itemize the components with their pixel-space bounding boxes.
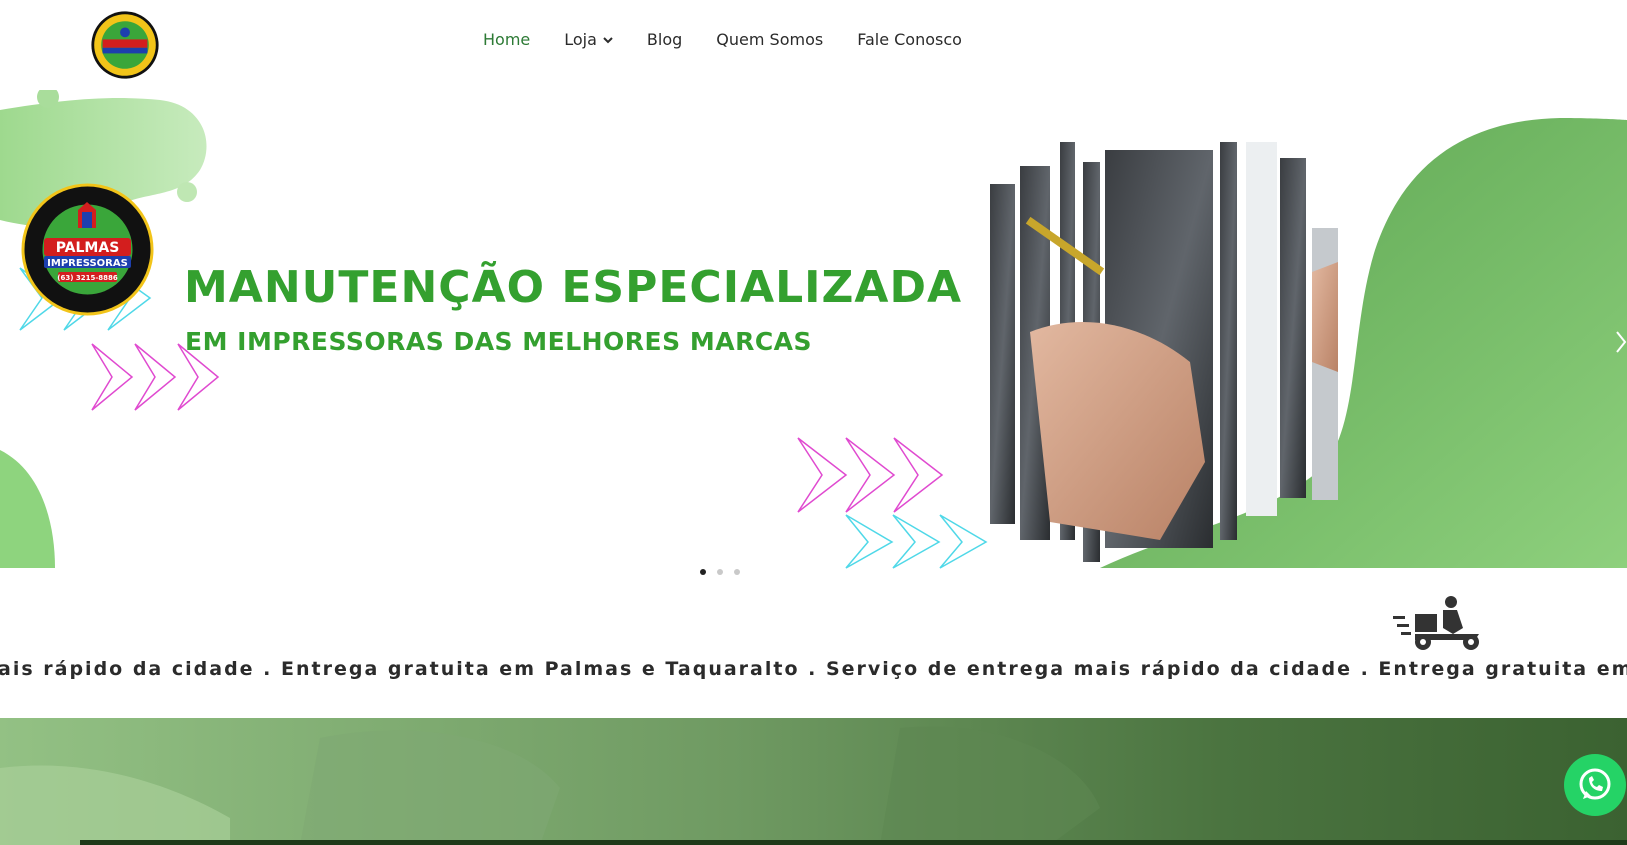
logo[interactable] bbox=[90, 10, 160, 80]
nav-quem-somos[interactable]: Quem Somos bbox=[716, 30, 823, 49]
logo-name-line1: PALMAS bbox=[56, 240, 120, 256]
slide-dot-2[interactable] bbox=[717, 569, 723, 575]
nav-blog[interactable]: Blog bbox=[647, 30, 682, 49]
slider-pagination bbox=[700, 569, 740, 575]
logo-phone: (63) 3215-8886 bbox=[57, 274, 118, 282]
whatsapp-icon bbox=[1579, 768, 1611, 800]
site-header: Home Loja Blog Quem Somos Fale Conosco bbox=[0, 0, 1627, 90]
hero-subtitle: EM IMPRESSORAS DAS MELHORES MARCAS bbox=[185, 327, 813, 356]
services-section bbox=[0, 718, 1627, 845]
nav-fale-conosco[interactable]: Fale Conosco bbox=[857, 30, 962, 49]
hero-slider: PALMAS IMPRESSORAS (63) 3215-8886 MANUTE… bbox=[0, 90, 1627, 590]
nav-loja[interactable]: Loja bbox=[564, 30, 613, 49]
logo-name-line2: IMPRESSORAS bbox=[47, 258, 128, 269]
chevron-right-icon[interactable] bbox=[1615, 330, 1627, 354]
nav-loja-label: Loja bbox=[564, 30, 597, 49]
services-background bbox=[0, 718, 1627, 845]
nav-home-label: Home bbox=[483, 30, 531, 49]
slide-dot-1[interactable] bbox=[700, 569, 706, 575]
whatsapp-button[interactable] bbox=[1564, 754, 1626, 816]
delivery-banner: ais rápido da cidade . Entrega gratuita … bbox=[0, 590, 1627, 718]
marquee-text: ais rápido da cidade . Entrega gratuita … bbox=[0, 658, 1627, 680]
delivery-scooter-icon bbox=[1393, 596, 1479, 650]
chevron-down-icon bbox=[603, 36, 613, 43]
nav-blog-label: Blog bbox=[646, 30, 683, 49]
nav-quem-somos-label: Quem Somos bbox=[716, 30, 824, 49]
printer-repair-photo bbox=[990, 142, 1338, 562]
slide-dot-3[interactable] bbox=[734, 569, 740, 575]
nav-home[interactable]: Home bbox=[483, 30, 530, 49]
logo-badge: PALMAS IMPRESSORAS (63) 3215-8886 bbox=[21, 183, 154, 316]
hero-title: MANUTENÇÃO ESPECIALIZADA bbox=[184, 262, 963, 313]
main-nav: Home Loja Blog Quem Somos Fale Conosco bbox=[483, 30, 962, 49]
nav-fale-conosco-label: Fale Conosco bbox=[857, 30, 962, 49]
